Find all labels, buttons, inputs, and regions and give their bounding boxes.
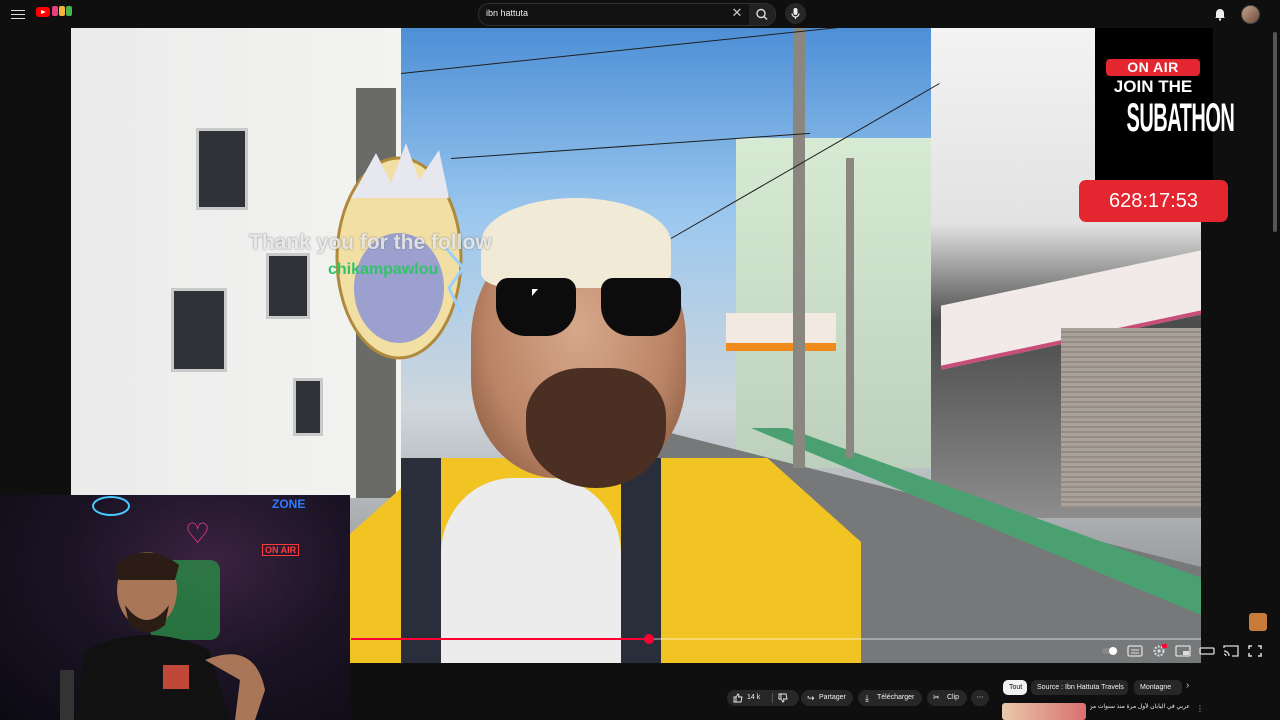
autoplay-toggle[interactable] — [1101, 644, 1119, 658]
more-actions-button[interactable]: ⋯ — [971, 690, 989, 706]
search-box[interactable]: ibn hattuta — [478, 3, 751, 26]
share-label: Partager — [819, 694, 846, 701]
avatar[interactable] — [1241, 5, 1260, 24]
share-button[interactable]: ↪ Partager — [801, 690, 853, 706]
mic-icon — [791, 8, 800, 19]
webcam-overlay: ♡ ZONE ON AIR — [0, 495, 350, 720]
download-button[interactable]: ⤓ Télécharger — [858, 690, 922, 706]
emoji-icon — [59, 6, 65, 16]
download-icon: ⤓ — [865, 693, 869, 703]
page-scrollbar[interactable] — [1273, 32, 1277, 232]
subathon-title: SUBATHON — [1127, 96, 1235, 141]
search-input[interactable]: ibn hattuta — [486, 8, 528, 18]
progress-bar[interactable] — [351, 634, 1201, 644]
progress-fill — [351, 638, 649, 640]
scene-window — [266, 253, 310, 319]
chips-next-icon[interactable]: › — [1186, 680, 1189, 691]
emoji-icon — [52, 6, 58, 16]
top-bar: ibn hattuta ✕ — [0, 0, 1280, 28]
follow-alert-title: Thank you for the follow — [249, 231, 492, 254]
follow-alert-username: chikampawlou — [328, 261, 439, 278]
dislike-icon[interactable] — [778, 693, 788, 703]
subathon-timer: 628:17:53 — [1079, 180, 1228, 222]
miniplayer-icon[interactable] — [1175, 644, 1191, 658]
scene-shops — [736, 138, 936, 468]
mic-button[interactable] — [785, 3, 806, 24]
search-icon — [756, 8, 768, 20]
theater-icon[interactable] — [1199, 644, 1215, 658]
scene-window — [293, 378, 323, 436]
neon-ring-icon — [92, 496, 130, 516]
extension-icon[interactable] — [1249, 613, 1267, 631]
clip-label: Clip — [947, 694, 960, 701]
on-air-badge: ON AIR — [1106, 59, 1200, 76]
search-button[interactable] — [749, 3, 776, 26]
share-icon: ↪ — [807, 693, 815, 703]
youtube-logo-icon[interactable] — [36, 7, 50, 17]
streamer-figure — [60, 552, 265, 720]
filter-chip[interactable]: Source : Ibn Hattuta Travels — [1031, 680, 1128, 695]
scene-wire — [400, 28, 859, 74]
scene-beard — [526, 368, 666, 488]
scene-utility-pole — [846, 158, 854, 458]
subtitles-icon[interactable] — [1127, 644, 1143, 658]
neon-zone-sign: ZONE — [272, 497, 306, 511]
scene-cap — [481, 198, 671, 288]
scene-utility-pole — [793, 28, 805, 468]
subathon-join-text: JOIN THE — [1113, 77, 1193, 96]
menu-icon[interactable] — [11, 7, 25, 21]
bell-icon[interactable] — [1213, 6, 1227, 21]
scene-shop-sign — [726, 313, 836, 351]
like-count[interactable]: 14 k — [747, 690, 760, 706]
progress-knob[interactable] — [644, 634, 654, 644]
emoji-badges — [52, 6, 73, 19]
cursor-icon — [532, 289, 538, 296]
like-icon[interactable] — [733, 693, 743, 703]
clip-button[interactable]: ✂ Clip — [927, 690, 967, 706]
filter-chip[interactable]: Tout — [1003, 680, 1027, 695]
scene-window — [196, 128, 248, 210]
like-dislike-group: 14 k — [727, 690, 799, 706]
clear-icon[interactable]: ✕ — [730, 6, 744, 20]
recommended-thumbnail[interactable] — [1002, 703, 1086, 720]
divider — [772, 693, 773, 703]
recommended-title[interactable]: عربي في اليابان لأول مرة منذ سنوات من — [1090, 703, 1190, 710]
download-label: Télécharger — [877, 694, 915, 701]
filter-chip[interactable]: Montagne — [1134, 680, 1182, 695]
scene-shutter — [1061, 328, 1201, 508]
scene-sunglasses — [491, 278, 686, 338]
recommended-menu-icon[interactable]: ⋮ — [1196, 704, 1204, 713]
clip-icon: ✂ — [933, 693, 940, 702]
cast-icon[interactable] — [1223, 644, 1239, 658]
fullscreen-icon[interactable] — [1247, 644, 1263, 658]
settings-icon[interactable] — [1151, 644, 1167, 658]
scene-tshirt — [441, 478, 621, 663]
emoji-icon — [66, 6, 72, 16]
scene-window — [171, 288, 227, 372]
